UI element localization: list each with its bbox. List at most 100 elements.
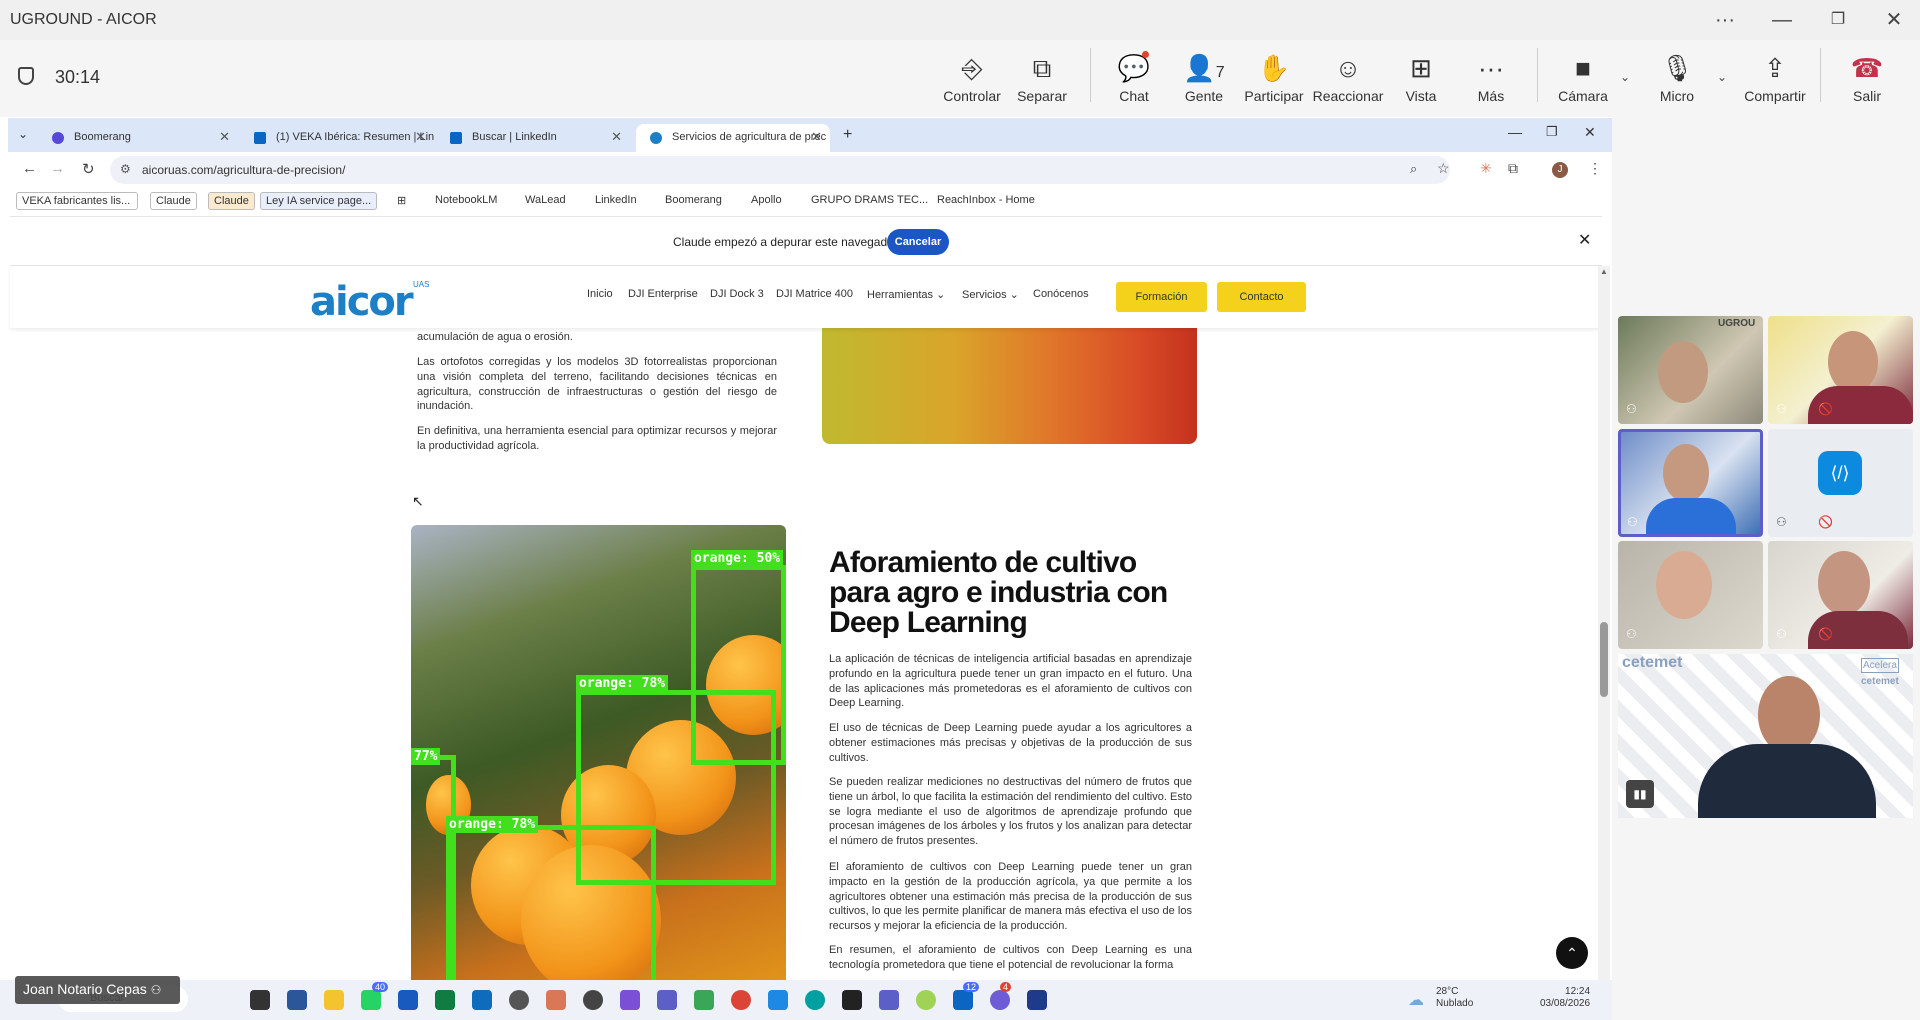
- weather-widget[interactable]: 28°C Nublado: [1436, 986, 1473, 1010]
- restore-button[interactable]: ❐: [1818, 6, 1858, 34]
- whatsapp-icon[interactable]: [361, 990, 381, 1010]
- app-icon[interactable]: [805, 990, 825, 1010]
- participant-video[interactable]: UGROU ⚇: [1618, 316, 1763, 424]
- participant-video-off[interactable]: ⟨/⟩ ⚇ 🚫: [1768, 429, 1913, 537]
- people-icon: 👤7: [1183, 53, 1225, 83]
- bookmark-grupo-drams[interactable]: GRUPO DRAMS TEC...: [806, 192, 933, 210]
- salir-button[interactable]: ☎ Salir: [1827, 52, 1907, 104]
- chatgpt-icon[interactable]: [509, 990, 529, 1010]
- claude-icon[interactable]: [546, 990, 566, 1010]
- forward-icon[interactable]: →: [50, 160, 65, 177]
- camera-dropdown-icon[interactable]: ⌄: [1620, 70, 1630, 84]
- bookmark-veka[interactable]: VEKA fabricantes lis...: [16, 192, 138, 210]
- openai-icon[interactable]: [583, 990, 603, 1010]
- cancel-button[interactable]: Cancelar: [887, 229, 949, 255]
- app-icon[interactable]: [694, 990, 714, 1010]
- tab-linkedin-search[interactable]: Buscar | LinkedIn ✕: [436, 124, 630, 152]
- site-favicon-icon: [650, 132, 662, 144]
- reaccionar-button[interactable]: ☺ Reaccionar: [1308, 52, 1388, 104]
- browser-minimize-button[interactable]: —: [1508, 124, 1522, 140]
- more-options-icon[interactable]: ···: [1705, 6, 1745, 34]
- browser-menu-icon[interactable]: ⋮: [1588, 160, 1602, 177]
- tab-veka[interactable]: (1) VEKA Ibérica: Resumen | Link ✕: [240, 124, 434, 152]
- app-icon[interactable]: [768, 990, 788, 1010]
- participant-video[interactable]: ⚇ 🚫: [1768, 316, 1913, 424]
- teams-icon[interactable]: [657, 990, 677, 1010]
- controlar-button[interactable]: ⎆ Controlar: [932, 52, 1012, 104]
- app-icon[interactable]: [1027, 990, 1047, 1010]
- chat-button[interactable]: 💬 Chat: [1094, 52, 1174, 104]
- formacion-button[interactable]: Formación: [1116, 282, 1207, 312]
- site-info-icon[interactable]: ⚙: [120, 162, 131, 176]
- app-icon[interactable]: [842, 990, 862, 1010]
- bookmark-reachinbox[interactable]: ReachInbox - Home: [932, 192, 1040, 210]
- app-icon[interactable]: [916, 990, 936, 1010]
- messenger-icon[interactable]: [990, 990, 1010, 1010]
- new-tab-icon[interactable]: +: [843, 126, 852, 144]
- app-avatar-icon: ⟨/⟩: [1818, 451, 1862, 495]
- profile-avatar[interactable]: J: [1552, 162, 1568, 178]
- minimize-button[interactable]: —: [1762, 6, 1802, 34]
- gente-button[interactable]: 👤7 Gente: [1164, 52, 1244, 104]
- micro-dropdown-icon[interactable]: ⌄: [1717, 70, 1727, 84]
- bookmark-claude-2[interactable]: Claude: [208, 192, 255, 210]
- vista-button[interactable]: ⊞ Vista: [1381, 52, 1461, 104]
- taskbar-clock[interactable]: 12:24 03/08/2026: [1540, 986, 1590, 1010]
- browser-restore-button[interactable]: ❐: [1546, 124, 1558, 140]
- nav-servicios[interactable]: Servicios ⌄: [962, 288, 1019, 301]
- bookmark-notebooklm[interactable]: NotebookLM: [430, 192, 502, 210]
- participant-video[interactable]: ⚇: [1618, 541, 1763, 649]
- aicor-logo[interactable]: aicor: [310, 279, 414, 325]
- browser-close-button[interactable]: ✕: [1584, 124, 1596, 141]
- bookmark-star-icon[interactable]: ☆: [1437, 160, 1450, 177]
- zoom-icon[interactable]: ⌕: [1410, 161, 1417, 177]
- claude-extension-icon[interactable]: ✳: [1480, 160, 1492, 177]
- close-button[interactable]: ✕: [1874, 6, 1914, 34]
- toolbar-divider: [1090, 48, 1091, 102]
- outlook-icon[interactable]: [472, 990, 492, 1010]
- app-icon[interactable]: [287, 990, 307, 1010]
- separar-button[interactable]: ⧉ Separar: [1002, 52, 1082, 104]
- file-explorer-icon[interactable]: [324, 990, 344, 1010]
- mas-button[interactable]: ··· Más: [1451, 52, 1531, 104]
- nav-dji-enterprise[interactable]: DJI Enterprise: [628, 288, 698, 300]
- bookmark-ley-ia[interactable]: Ley IA service page...: [260, 192, 378, 210]
- excel-icon[interactable]: [435, 990, 455, 1010]
- micro-button[interactable]: 🎙 Micro: [1637, 52, 1717, 104]
- url-text[interactable]: aicoruas.com/agricultura-de-precision/: [142, 163, 345, 177]
- tab-servicios-agricultura[interactable]: Servicios de agricultura de prec ✕: [636, 124, 830, 152]
- chrome-icon[interactable]: [731, 990, 751, 1010]
- taskview-icon[interactable]: [250, 990, 270, 1010]
- scrollbar-thumb[interactable]: [1600, 622, 1608, 697]
- participant-video-active[interactable]: ⚇: [1618, 429, 1763, 537]
- nav-herramientas[interactable]: Herramientas ⌄: [867, 288, 945, 301]
- reload-icon[interactable]: ↻: [82, 160, 95, 178]
- bookmark-claude[interactable]: Claude: [150, 192, 197, 210]
- nav-dji-dock-3[interactable]: DJI Dock 3: [710, 288, 764, 300]
- participar-button[interactable]: ✋ Participar: [1234, 52, 1314, 104]
- nav-inicio[interactable]: Inicio: [587, 288, 613, 300]
- bookmark-boomerang[interactable]: Boomerang: [660, 192, 727, 210]
- tab-search-icon[interactable]: ⌄: [18, 127, 28, 141]
- participant-video[interactable]: ⚇ 🚫: [1768, 541, 1913, 649]
- back-icon[interactable]: ←: [22, 160, 37, 177]
- bookmark-walead[interactable]: WaLead: [520, 192, 571, 210]
- nav-conocenos[interactable]: Conócenos: [1033, 288, 1089, 300]
- bookmark-linkedin[interactable]: LinkedIn: [590, 192, 642, 210]
- participant-video-large[interactable]: cetemet Acelera cetemet ▮▮: [1618, 654, 1913, 818]
- back-to-top-icon[interactable]: ⌃: [1556, 937, 1588, 969]
- scroll-up-icon[interactable]: ▲: [1600, 267, 1608, 276]
- close-banner-icon[interactable]: ✕: [1578, 230, 1591, 250]
- apps-grid-icon[interactable]: ⊞: [392, 192, 411, 210]
- bookmark-apollo[interactable]: Apollo: [746, 192, 787, 210]
- linkedin-icon[interactable]: [953, 990, 973, 1010]
- nav-dji-matrice-400[interactable]: DJI Matrice 400: [776, 288, 853, 300]
- app-icon[interactable]: [620, 990, 640, 1010]
- compartir-button[interactable]: ⇪ Compartir: [1735, 52, 1815, 104]
- tab-boomerang[interactable]: Boomerang ✕: [38, 124, 238, 152]
- camara-button[interactable]: ■ Cámara: [1543, 52, 1623, 104]
- teams-icon[interactable]: [879, 990, 899, 1010]
- word-icon[interactable]: [398, 990, 418, 1010]
- contacto-button[interactable]: Contacto: [1217, 282, 1306, 312]
- extensions-icon[interactable]: ⧉: [1508, 160, 1518, 177]
